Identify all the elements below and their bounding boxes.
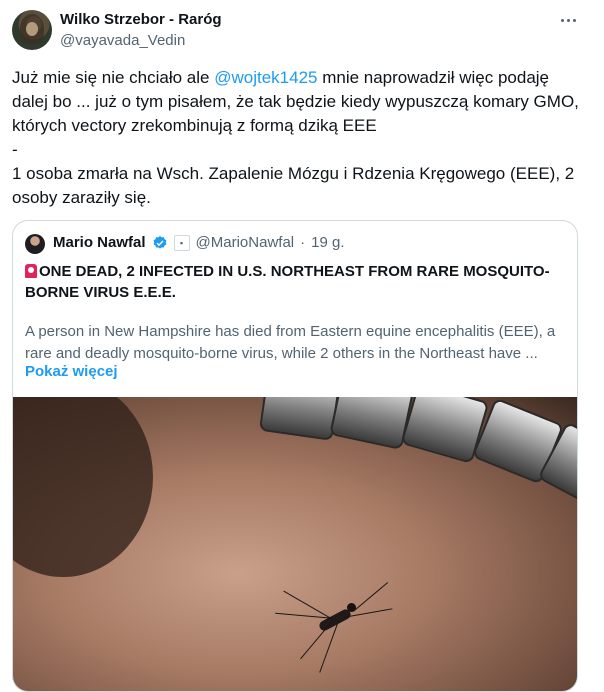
siren-emoji-icon: [25, 264, 37, 278]
author-name[interactable]: Wilko Strzebor - Raróg: [60, 11, 222, 28]
tweet-text-rest: mnie naprowadził więc podaję dalej bo ..…: [12, 68, 579, 207]
quoted-headline: ONE DEAD, 2 INFECTED IN U.S. NORTHEAST F…: [25, 261, 565, 303]
tweet-text: Już mie się nie chciało ale @wojtek1425 …: [12, 66, 582, 210]
avatar-face: [26, 22, 38, 36]
mention-link[interactable]: @wojtek1425: [214, 68, 317, 87]
author-handle[interactable]: @vayavada_Vedin: [60, 32, 185, 49]
mosquito-leg: [300, 620, 333, 660]
affiliate-badge-icon: ▪: [173, 234, 190, 251]
quoted-media-image[interactable]: [13, 397, 577, 691]
watch-band-link: [329, 397, 415, 450]
quoted-author-name[interactable]: Mario Nawfal: [53, 234, 146, 251]
quoted-tweet[interactable]: Mario Nawfal ▪ @MarioNawfal · 19 g. ONE …: [12, 220, 578, 692]
quoted-avatar[interactable]: [25, 234, 45, 254]
watch-band-link: [258, 397, 342, 441]
quoted-header: Mario Nawfal ▪ @MarioNawfal · 19 g.: [53, 234, 345, 251]
quoted-timestamp[interactable]: 19 g.: [311, 234, 344, 251]
avatar[interactable]: [12, 10, 52, 50]
separator-dot: ·: [300, 234, 306, 251]
more-horizontal-icon: [560, 18, 564, 22]
image-shadow: [13, 397, 153, 577]
quoted-headline-text: ONE DEAD, 2 INFECTED IN U.S. NORTHEAST F…: [25, 263, 550, 301]
verified-badge-icon: [153, 235, 166, 249]
mosquito-antenna: [353, 582, 389, 612]
quoted-text: A person in New Hampshire has died from …: [25, 323, 556, 362]
tweet-text-intro: Już mie się nie chciało ale: [12, 68, 215, 87]
quoted-handle[interactable]: @MarioNawfal: [196, 234, 295, 251]
show-more-link[interactable]: Pokaż więcej: [25, 363, 118, 380]
more-options-button[interactable]: [554, 10, 582, 30]
tweet: Wilko Strzebor - Raróg @vayavada_Vedin J…: [0, 0, 604, 692]
